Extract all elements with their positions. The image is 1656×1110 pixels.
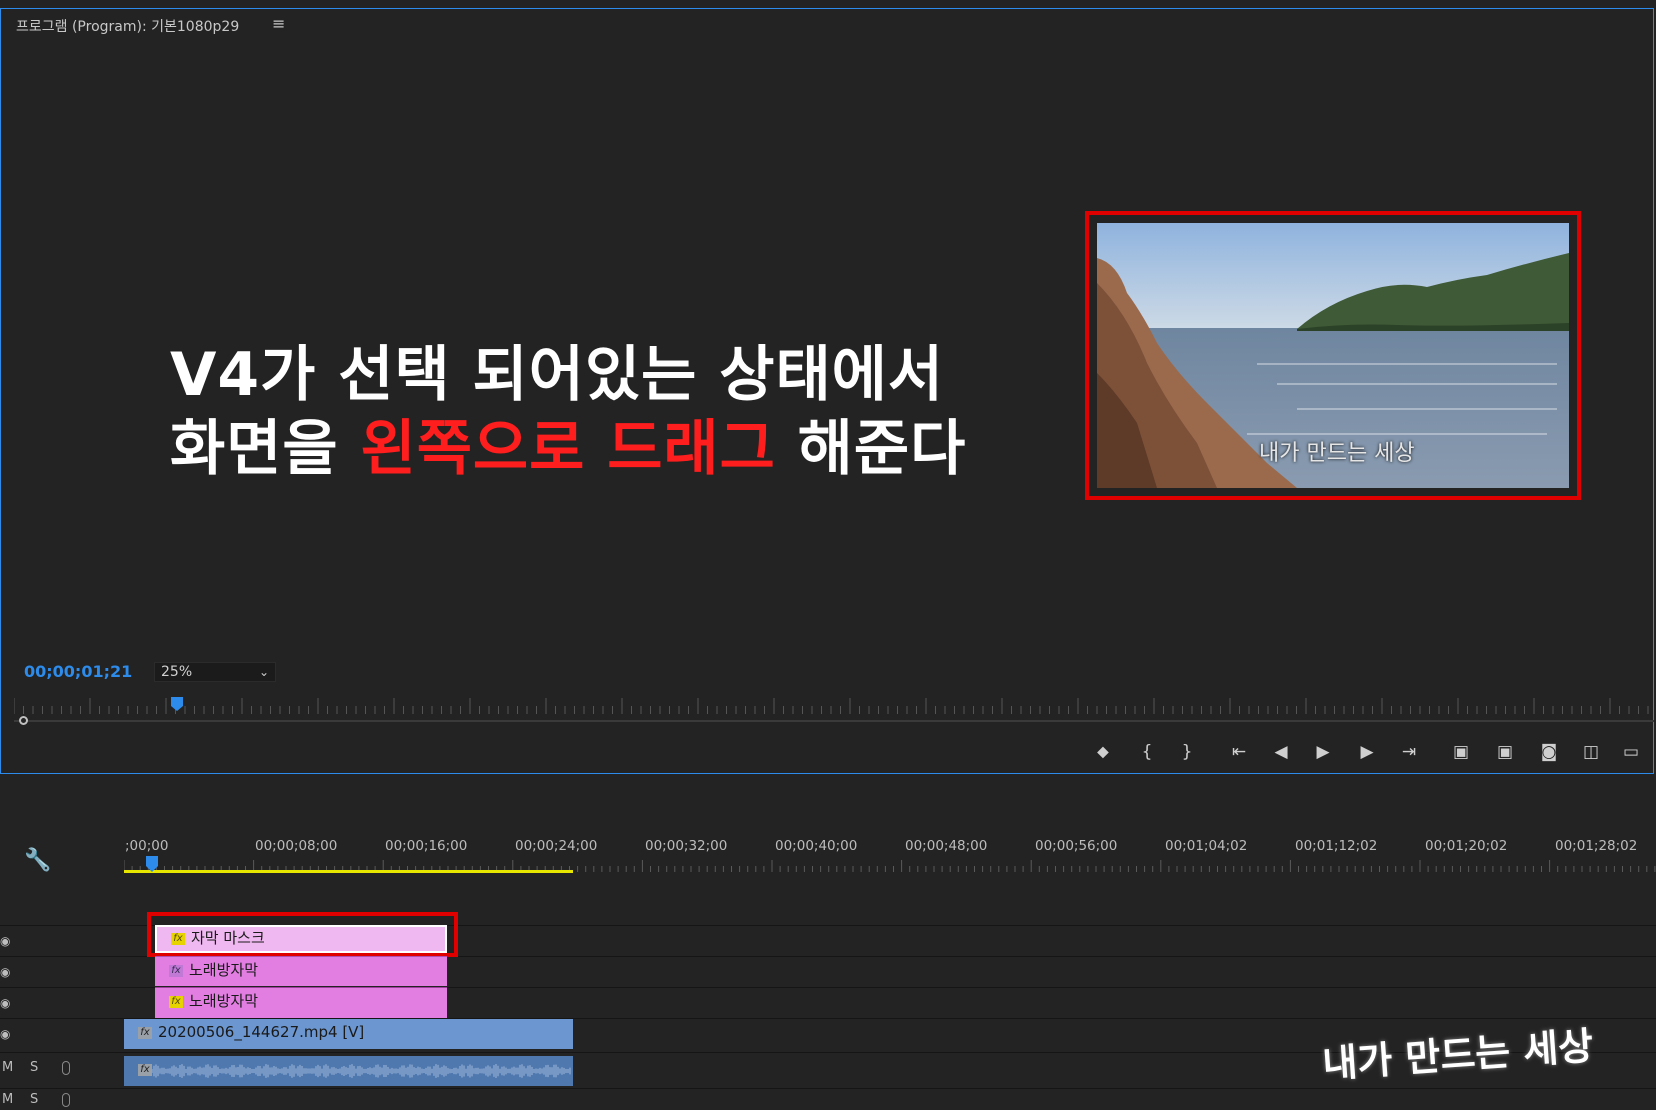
- eye-icon[interactable]: ◉: [0, 1027, 10, 1041]
- preview-highlight-box[interactable]: 내가 만드는 세상: [1085, 211, 1581, 500]
- monitor-playhead[interactable]: [171, 697, 183, 711]
- hamburger-icon[interactable]: ≡: [272, 14, 285, 33]
- clip-karaoke-subtitle-1[interactable]: fx 노래방자막: [155, 956, 447, 986]
- zoom-value: 25%: [161, 664, 193, 680]
- timeline-tick-label: 00;00;32;00: [645, 838, 728, 854]
- zoom-select[interactable]: 25% ⌄: [154, 662, 276, 682]
- wrench-icon[interactable]: 🔧: [24, 848, 51, 873]
- mic-icon[interactable]: [62, 1093, 70, 1107]
- timeline-tick-label: 00;00;24;00: [515, 838, 598, 854]
- instruction-overlay: V4가 선택 되어있는 상태에서 화면을 왼쪽으로 드래그 해준다: [170, 338, 966, 486]
- timeline-tick-label: 00;00;08;00: [255, 838, 338, 854]
- fx-icon: fx: [169, 964, 183, 977]
- mark-out-icon[interactable]: }: [1174, 740, 1200, 764]
- fx-icon: fx: [169, 995, 183, 1008]
- transport-controls: ⬥ {} ⇤ ◀ ▶ ▶ ⇥ ▣ ▣ ◙ ◫ ▭: [1090, 740, 1656, 764]
- mic-icon[interactable]: [62, 1061, 70, 1075]
- instruction-line-2: 화면을 왼쪽으로 드래그 해준다: [170, 414, 967, 484]
- timeline-tick-label: 00;00;48;00: [905, 838, 988, 854]
- preview-caption: 내가 만드는 세상: [1259, 441, 1415, 466]
- go-to-in-icon[interactable]: ⇤: [1226, 740, 1252, 764]
- timeline-tick-label: ;00;00: [125, 838, 169, 854]
- fx-icon: fx: [138, 1026, 152, 1039]
- timeline-tick-label: 00;00;40;00: [775, 838, 858, 854]
- fx-icon: fx: [138, 1064, 152, 1076]
- mute-toggle[interactable]: M: [2, 1092, 13, 1107]
- audio-waveform: [152, 1064, 571, 1078]
- timeline-tick-label: 00;01;12;02: [1295, 838, 1378, 854]
- step-forward-icon[interactable]: ▶: [1354, 740, 1380, 764]
- timeline-tick-label: 00;00;56;00: [1035, 838, 1118, 854]
- compare-icon[interactable]: ◫: [1578, 740, 1604, 764]
- timeline-tick-label: 00;01;20;02: [1425, 838, 1508, 854]
- instruction-line-1: V4가 선택 되어있는 상태에서: [170, 340, 945, 410]
- mute-toggle[interactable]: M: [2, 1060, 13, 1075]
- eye-icon[interactable]: ◉: [0, 965, 10, 979]
- add-marker-icon[interactable]: ⬥: [1090, 740, 1116, 764]
- clip-highlight-box: [147, 912, 458, 957]
- work-area-bar[interactable]: [124, 870, 573, 873]
- eye-icon[interactable]: ◉: [0, 996, 10, 1010]
- camera-icon[interactable]: ◙: [1536, 740, 1562, 764]
- step-back-icon[interactable]: ◀: [1268, 740, 1294, 764]
- video-frame[interactable]: 내가 만드는 세상: [1097, 223, 1569, 488]
- play-icon[interactable]: ▶: [1310, 740, 1336, 764]
- instruction-highlight: 왼쪽으로 드래그: [360, 414, 776, 484]
- scrub-start-handle[interactable]: [19, 716, 28, 725]
- lift-icon[interactable]: ▣: [1448, 740, 1474, 764]
- mark-in-icon[interactable]: {: [1134, 740, 1160, 764]
- track-divider: [0, 1088, 1656, 1089]
- clip-video[interactable]: fx 20200506_144627.mp4 [V]: [124, 1019, 573, 1049]
- scrub-track[interactable]: [14, 720, 1654, 722]
- clip-karaoke-subtitle-2[interactable]: fx 노래방자막: [155, 987, 447, 1018]
- timeline-tick-label: 00;00;16;00: [385, 838, 468, 854]
- chevron-down-icon: ⌄: [258, 665, 269, 679]
- extract-icon[interactable]: ▣: [1492, 740, 1518, 764]
- timeline-playhead[interactable]: [146, 856, 158, 872]
- clip-audio[interactable]: fx: [124, 1056, 573, 1086]
- timeline-tick-label: 00;01;28;02: [1555, 838, 1638, 854]
- panel-title: 프로그램 (Program): 기본1080p29: [16, 19, 240, 35]
- solo-toggle[interactable]: S: [30, 1092, 38, 1107]
- safe-margins-icon[interactable]: ▭: [1618, 740, 1644, 764]
- timeline-tick-label: 00;01;04;02: [1165, 838, 1248, 854]
- monitor-time-ruler[interactable]: [14, 698, 1654, 714]
- solo-toggle[interactable]: S: [30, 1060, 38, 1075]
- eye-icon[interactable]: ◉: [0, 934, 10, 948]
- playhead-timecode[interactable]: 00;00;01;21: [24, 662, 132, 681]
- go-to-out-icon[interactable]: ⇥: [1396, 740, 1422, 764]
